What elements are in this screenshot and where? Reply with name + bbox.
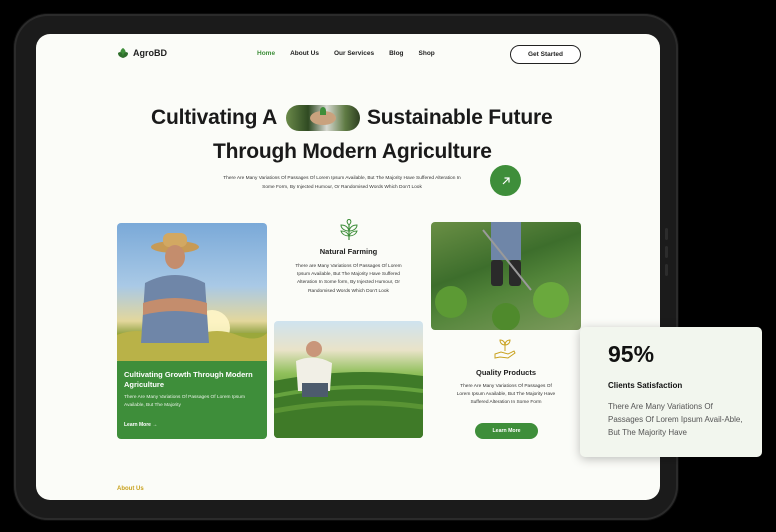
quality-products-title: Quality Products	[475, 368, 536, 377]
website-screen: AgroBD Home About Us Our Services Blog S…	[36, 34, 660, 500]
garden-work-photo	[431, 222, 581, 330]
satisfaction-label: Clients Satisfaction	[608, 381, 683, 390]
satisfaction-stats-card: 95% Clients Satisfaction There Are Many …	[580, 327, 762, 457]
get-started-button[interactable]: Get Started	[510, 45, 581, 64]
boots-in-garden-image	[435, 222, 569, 330]
quality-products-desc: There Are Many Variations Of Passages Of…	[456, 384, 556, 406]
nav-item-blog[interactable]: Blog	[389, 50, 403, 57]
brand-name: AgroBD	[133, 48, 167, 58]
about-us-section-label: About Us	[117, 486, 144, 492]
top-navbar: AgroBD Home About Us Our Services Blog S…	[36, 34, 660, 74]
growth-card: Cultivating Growth Through Modern Agricu…	[117, 361, 267, 439]
nav-item-services[interactable]: Our Services	[334, 50, 374, 57]
tablet-side-button	[665, 246, 668, 258]
growth-learn-more-link[interactable]: Learn More →	[124, 422, 157, 428]
plant-icon	[340, 219, 358, 240]
satisfaction-desc: There Are Many Variations Of Passages Of…	[608, 402, 743, 437]
growth-card-desc: There Are Many Variations Of Passages Of…	[124, 395, 245, 408]
hero-title-part1: Cultivating A	[151, 106, 278, 129]
hand-plant-icon	[494, 339, 516, 359]
nav-menu: Home About Us Our Services Blog Shop	[257, 50, 435, 57]
nav-item-home[interactable]: Home	[257, 50, 275, 57]
hero-title-line2: Through Modern Agriculture	[213, 140, 492, 163]
farmer-in-field-image	[274, 341, 423, 438]
sprout-image	[320, 107, 326, 115]
natural-farming-desc: There are Many Variations Of Passages Of…	[295, 264, 402, 294]
growth-card-title: Cultivating Growth Through Modern Agricu…	[124, 370, 253, 389]
farmer-photo-card	[117, 223, 267, 363]
hero-subtext: There Are Many Variations Of Passages Of…	[223, 176, 461, 190]
hero-inline-image	[286, 105, 360, 131]
leaf-logo-icon	[118, 48, 128, 58]
hero-title-part2: Sustainable Future	[367, 106, 553, 129]
tablet-side-button	[665, 228, 668, 240]
arrow-up-right-icon	[502, 176, 510, 184]
nav-item-about[interactable]: About Us	[290, 50, 319, 57]
farmer-with-hat-image	[117, 233, 267, 363]
satisfaction-value: 95%	[608, 341, 655, 367]
quality-learn-more-button[interactable]: Learn More	[475, 423, 538, 439]
field-farmer-photo	[274, 321, 423, 438]
nav-item-shop[interactable]: Shop	[419, 50, 435, 57]
hero-arrow-button[interactable]	[490, 165, 521, 196]
logo[interactable]: AgroBD	[117, 47, 167, 59]
tablet-side-button	[665, 264, 668, 276]
natural-farming-title: Natural Farming	[319, 247, 378, 256]
